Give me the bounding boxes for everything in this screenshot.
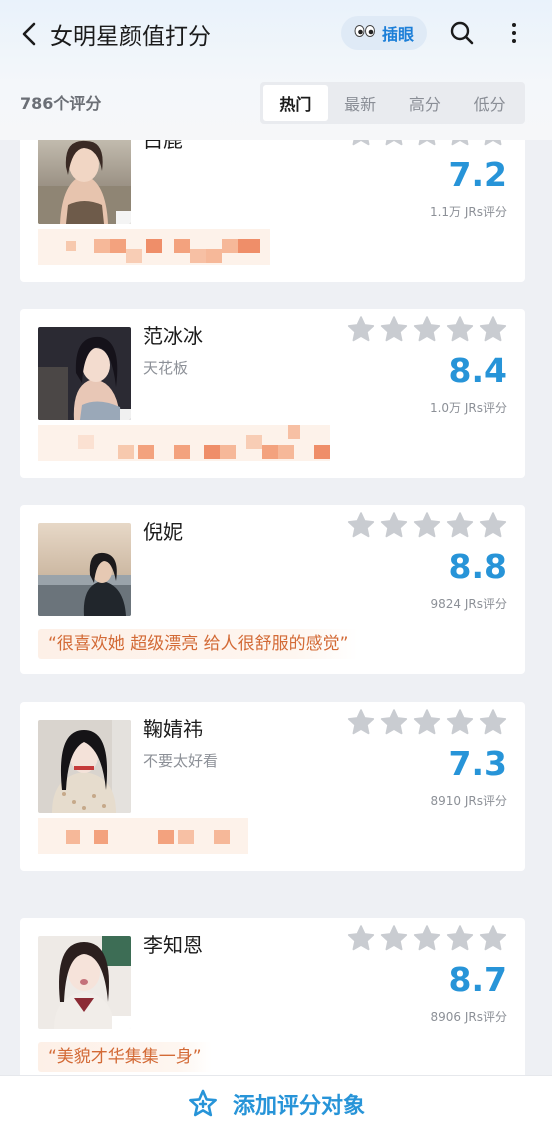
eyes-icon [354, 24, 376, 42]
star-rating[interactable] [347, 140, 507, 147]
star-icon[interactable] [413, 708, 441, 736]
score: 7.2 [448, 155, 507, 194]
tab-high-score[interactable]: 高分 [393, 85, 458, 121]
score: 8.4 [448, 351, 507, 390]
rating-card[interactable]: 范冰冰 天花板 8.4 1.0万 JRs评分 [20, 309, 525, 478]
star-add-icon [189, 1089, 217, 1116]
back-button[interactable] [16, 20, 44, 48]
rater-count: 9824 JRs评分 [430, 597, 507, 611]
add-rating-target-button[interactable]: 添加评分对象 [0, 1075, 552, 1131]
celebrity-name: 范冰冰 [143, 324, 203, 348]
blurred-comment [38, 818, 338, 854]
star-icon[interactable] [347, 315, 375, 343]
star-icon[interactable] [380, 511, 408, 539]
page: 女明星颜值打分 插眼 786个评分 热门 最新 高分 低分 白鹿 7.2 1.1… [0, 0, 552, 1131]
rating-card[interactable]: 李知恩 8.7 8906 JRs评分 “美貌才华集集一身” [20, 918, 525, 1075]
star-icon[interactable] [479, 708, 507, 736]
star-icon[interactable] [446, 511, 474, 539]
star-icon[interactable] [446, 140, 474, 147]
watch-button-label: 插眼 [381, 25, 414, 44]
star-rating[interactable] [347, 315, 507, 343]
score: 8.8 [448, 547, 507, 586]
star-icon[interactable] [446, 924, 474, 952]
tagline: 不要太好看 [143, 752, 219, 770]
star-icon[interactable] [380, 140, 408, 147]
celebrity-name: 白鹿 [143, 140, 183, 152]
tab-hot[interactable]: 热门 [263, 85, 328, 121]
star-icon[interactable] [380, 924, 408, 952]
watch-button[interactable]: 插眼 [341, 16, 427, 50]
search-icon [450, 21, 474, 45]
star-icon[interactable] [413, 511, 441, 539]
rater-count: 1.1万 JRs评分 [429, 205, 507, 219]
celebrity-name: 李知恩 [143, 933, 203, 957]
star-icon[interactable] [479, 140, 507, 147]
header: 女明星颜值打分 插眼 786个评分 热门 最新 高分 低分 [0, 0, 552, 140]
chevron-left-icon [22, 22, 36, 46]
avatar [38, 140, 131, 224]
star-rating[interactable] [347, 511, 507, 539]
rater-count: 1.0万 JRs评分 [429, 401, 507, 415]
page-title: 女明星颜值打分 [50, 24, 211, 50]
rating-list: 白鹿 7.2 1.1万 JRs评分 范冰冰 天花板 8.4 1.0万 JRs评分… [0, 140, 552, 1075]
tab-low-score[interactable]: 低分 [457, 85, 522, 121]
star-icon[interactable] [347, 140, 375, 147]
avatar [38, 936, 131, 1029]
sort-tabs: 热门 最新 高分 低分 [260, 82, 525, 124]
star-icon[interactable] [380, 315, 408, 343]
tagline: 天花板 [143, 359, 189, 377]
star-icon[interactable] [347, 708, 375, 736]
star-icon[interactable] [446, 315, 474, 343]
celebrity-name: 倪妮 [143, 520, 183, 544]
star-icon[interactable] [479, 511, 507, 539]
rating-count: 786个评分 [20, 94, 102, 113]
blurred-comment [38, 229, 338, 265]
avatar [38, 327, 131, 420]
comment-quote: “美貌才华集集一身” [38, 1042, 212, 1072]
score: 7.3 [448, 744, 507, 783]
star-icon[interactable] [347, 924, 375, 952]
rating-card[interactable]: 白鹿 7.2 1.1万 JRs评分 [20, 140, 525, 282]
blurred-comment [38, 425, 338, 461]
more-vertical-icon [512, 23, 516, 43]
score: 8.7 [448, 960, 507, 999]
star-icon[interactable] [380, 708, 408, 736]
star-icon[interactable] [413, 140, 441, 147]
more-button[interactable] [505, 20, 523, 46]
star-icon[interactable] [479, 315, 507, 343]
celebrity-name: 鞠婧祎 [143, 717, 203, 741]
star-icon[interactable] [413, 924, 441, 952]
avatar [38, 523, 131, 616]
rating-card[interactable]: 鞠婧祎 不要太好看 7.3 8910 JRs评分 [20, 702, 525, 871]
star-icon[interactable] [413, 315, 441, 343]
tab-latest[interactable]: 最新 [328, 85, 393, 121]
star-icon[interactable] [479, 924, 507, 952]
avatar [38, 720, 131, 813]
add-rating-target-label: 添加评分对象 [232, 1093, 365, 1119]
rating-card[interactable]: 倪妮 8.8 9824 JRs评分 “很喜欢她 超级漂亮 给人很舒服的感觉” [20, 505, 525, 674]
star-rating[interactable] [347, 924, 507, 952]
star-icon[interactable] [446, 708, 474, 736]
rater-count: 8906 JRs评分 [430, 1010, 507, 1024]
star-rating[interactable] [347, 708, 507, 736]
star-icon[interactable] [347, 511, 375, 539]
nav-bar: 女明星颜值打分 插眼 [0, 0, 552, 68]
search-button[interactable] [449, 20, 475, 46]
comment-quote: “很喜欢她 超级漂亮 给人很舒服的感觉” [38, 629, 359, 659]
rater-count: 8910 JRs评分 [430, 794, 507, 808]
